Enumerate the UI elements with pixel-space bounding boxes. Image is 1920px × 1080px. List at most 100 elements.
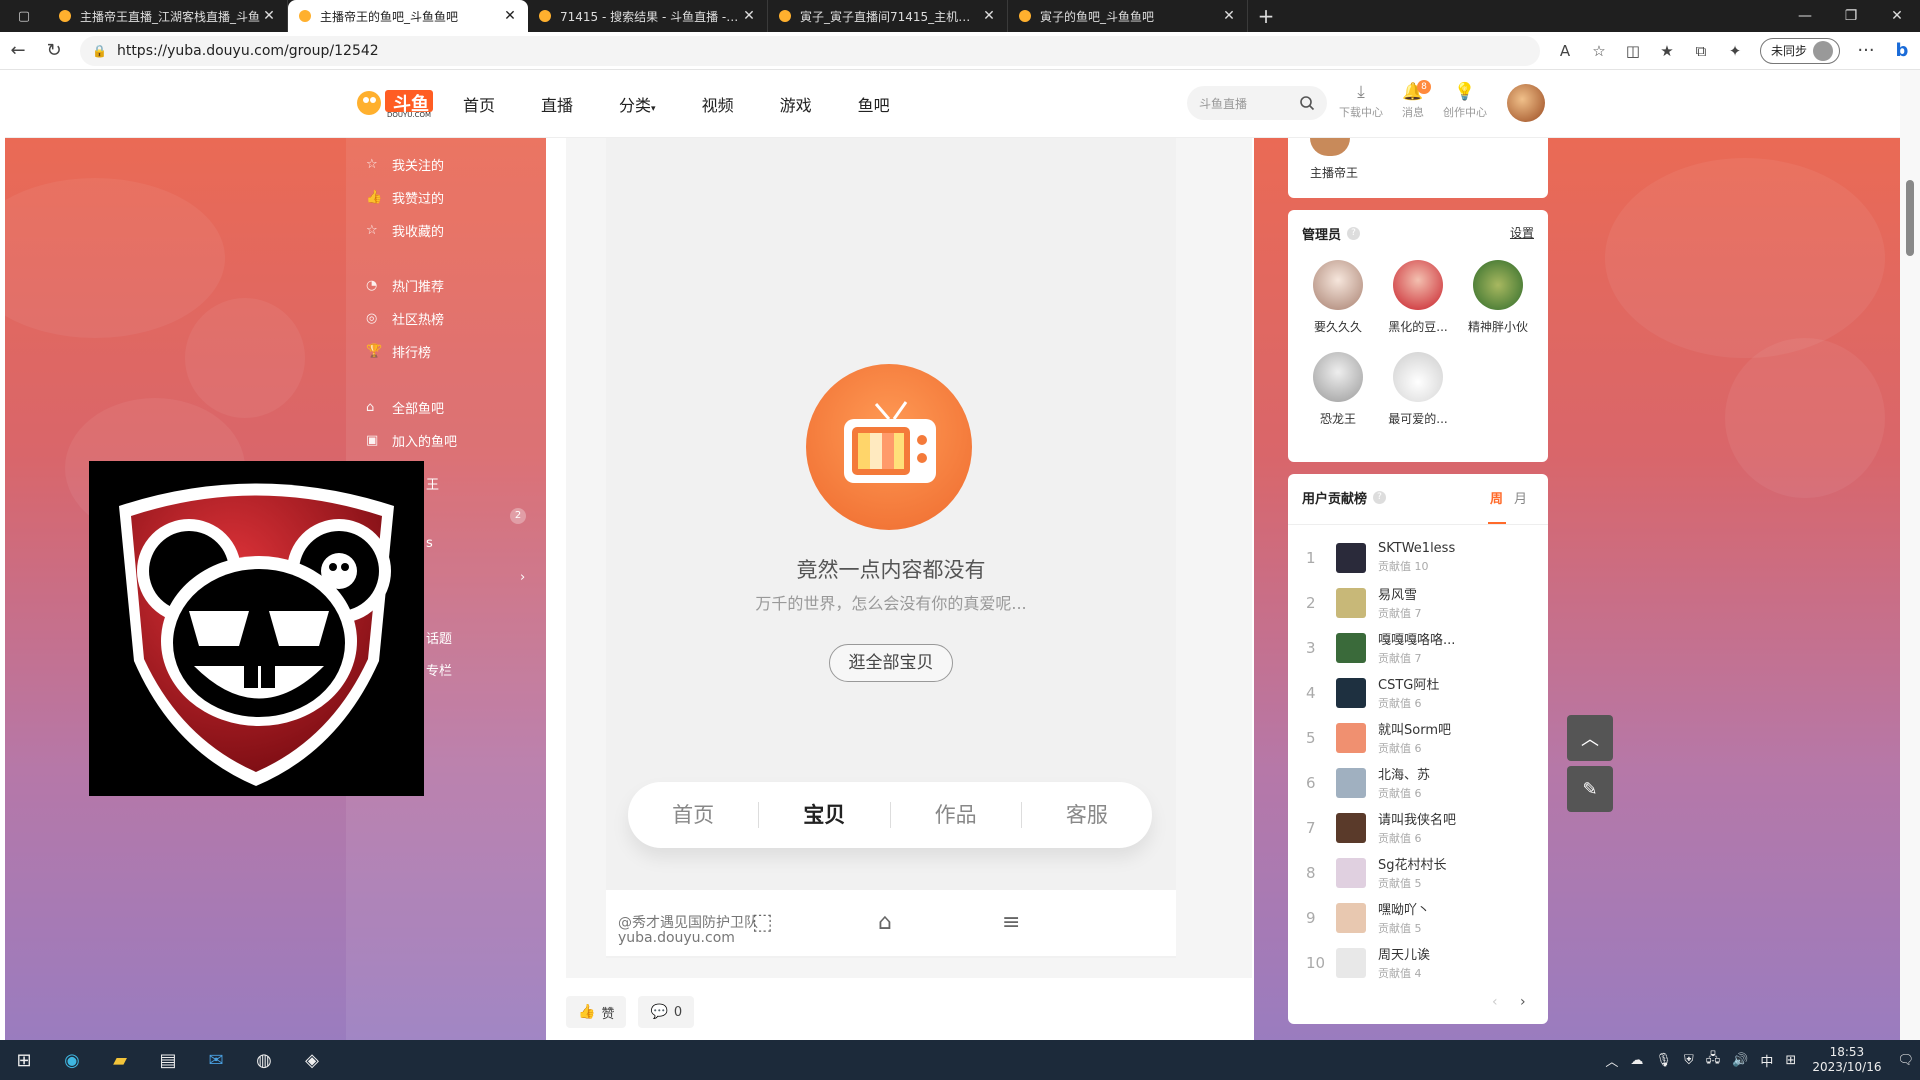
close-tab-icon[interactable]: ✕	[981, 8, 997, 24]
sidebar-item-following[interactable]: ☆ 我关注的	[366, 155, 444, 174]
browser-tab[interactable]: 寅子的鱼吧_斗鱼鱼吧 ✕	[1008, 0, 1248, 32]
browser-tab[interactable]: 寅子_寅子直播间71415_主机游戏 ✕	[768, 0, 1008, 32]
refresh-icon[interactable]: ↻	[36, 35, 72, 67]
browser-tab[interactable]: 主播帝王直播_江湖客栈直播_斗鱼 ✕	[48, 0, 288, 32]
rank-row[interactable]: 8 Sg花村村长 贡献值 5	[1306, 850, 1536, 895]
admin-item[interactable]: 要久久久	[1298, 260, 1378, 352]
admin-item[interactable]: 黑化的豆...	[1378, 260, 1458, 352]
back-icon[interactable]: ←	[0, 35, 36, 67]
back-to-top-button[interactable]: ︿	[1567, 715, 1613, 761]
creator-center-button[interactable]: 💡 创作中心	[1439, 82, 1491, 120]
like-button[interactable]: 👍 赞	[566, 996, 627, 1028]
sidebar-item-community-hot[interactable]: ◎ 社区热榜	[366, 309, 444, 328]
volume-icon[interactable]: 🔊	[1732, 1053, 1748, 1068]
notifications-icon[interactable]: 🗨	[1897, 1053, 1914, 1068]
nav-home[interactable]: 首页	[463, 92, 495, 116]
sidebar-item-liked[interactable]: 👍 我赞过的	[366, 188, 444, 207]
split-screen-icon[interactable]: ◫	[1616, 36, 1650, 66]
admin-item[interactable]: 恐龙王	[1298, 352, 1378, 444]
ime-indicator[interactable]: 中	[1760, 1051, 1773, 1070]
rank-row[interactable]: 4 CSTG阿杜 贡献值 6	[1306, 670, 1536, 715]
sidebar-item-ranking[interactable]: 🏆 排行榜	[366, 342, 431, 361]
new-tab-button[interactable]: +	[1248, 0, 1284, 32]
help-icon[interactable]: ?	[1347, 227, 1361, 240]
bing-icon[interactable]: b	[1884, 35, 1920, 67]
close-tab-icon[interactable]: ✕	[741, 8, 757, 24]
search-icon[interactable]	[1299, 95, 1315, 111]
security-icon[interactable]: ⛨	[1684, 1053, 1694, 1068]
admins-settings-link[interactable]: 设置	[1510, 224, 1534, 241]
extensions-icon[interactable]: ✦	[1718, 36, 1752, 66]
read-aloud-icon[interactable]: A	[1548, 36, 1582, 66]
rank-row[interactable]: 7 请叫我侠名吧 贡献值 6	[1306, 805, 1536, 850]
sidebar-item-collected[interactable]: ☆ 我收藏的	[366, 221, 444, 240]
sidebar-item-partial[interactable]: 专栏	[426, 660, 452, 679]
page-scrollbar-thumb[interactable]	[1906, 180, 1914, 256]
file-explorer-icon[interactable]: ▰	[96, 1040, 144, 1080]
browser-tab-active[interactable]: 主播帝王的鱼吧_斗鱼鱼吧 ✕	[288, 0, 528, 32]
phone-tab-works[interactable]: 作品	[891, 802, 1022, 828]
nav-games[interactable]: 游戏	[780, 92, 812, 116]
mic-icon[interactable]: 🎙	[1655, 1053, 1672, 1068]
nav-video[interactable]: 视频	[702, 92, 734, 116]
steam-icon[interactable]: ◍	[240, 1040, 288, 1080]
rank-prev-icon[interactable]: ‹	[1492, 994, 1498, 1010]
workspaces-icon[interactable]: ▢	[0, 0, 48, 32]
sidebar-item-hot[interactable]: ◔ 热门推荐	[366, 276, 444, 295]
browse-all-button[interactable]: 逛全部宝贝	[829, 644, 953, 682]
app-icon[interactable]: ◈	[288, 1040, 336, 1080]
owner-avatar[interactable]	[1310, 138, 1350, 156]
comment-button[interactable]: 💬 0	[638, 996, 695, 1028]
sidebar-item-partial[interactable]: 话题	[426, 628, 452, 647]
favorites-icon[interactable]: ★	[1650, 36, 1684, 66]
admin-item[interactable]: 最可爱的...	[1378, 352, 1458, 444]
clock[interactable]: 18:53 2023/10/16	[1812, 1045, 1881, 1075]
messages-button[interactable]: 🔔 8 消息	[1387, 80, 1439, 120]
rank-row[interactable]: 10 周天儿诶 贡献值 4	[1306, 940, 1536, 985]
download-center-button[interactable]: ⤓ 下载中心	[1335, 82, 1387, 120]
nav-yuba[interactable]: 鱼吧	[858, 92, 890, 116]
url-field[interactable]: 🔒 https://yuba.douyu.com/group/12542	[80, 35, 1540, 66]
rank-tab-month[interactable]: 月	[1514, 488, 1527, 507]
close-tab-icon[interactable]: ✕	[502, 8, 518, 24]
search-input[interactable]: 斗鱼直播	[1187, 86, 1327, 120]
tray-expand-icon[interactable]: ︿	[1605, 1051, 1618, 1070]
nav-category[interactable]: 分类▾	[619, 92, 656, 116]
rank-row[interactable]: 2 易风雪 贡献值 7	[1306, 580, 1536, 625]
lock-icon[interactable]: 🔒	[92, 44, 107, 58]
nav-live[interactable]: 直播	[541, 92, 573, 116]
close-tab-icon[interactable]: ✕	[261, 8, 277, 24]
rank-row[interactable]: 9 嘿呦吖丶 贡献值 5	[1306, 895, 1536, 940]
rank-row[interactable]: 5 就叫Sorm吧 贡献值 6	[1306, 715, 1536, 760]
rank-row[interactable]: 3 嘎嘎嘎咯咯... 贡献值 7	[1306, 625, 1536, 670]
rank-row[interactable]: 6 北海、苏 贡献值 6	[1306, 760, 1536, 805]
chevron-right-icon[interactable]: ›	[520, 570, 525, 585]
owner-name[interactable]: 主播帝王	[1310, 164, 1358, 181]
favorite-star-icon[interactable]: ☆	[1582, 36, 1616, 66]
browser-tab[interactable]: 71415 - 搜索结果 - 斗鱼直播 - 游 ✕	[528, 0, 768, 32]
sync-button[interactable]: 未同步	[1759, 37, 1840, 64]
admin-item[interactable]: 精神胖小伙	[1458, 260, 1538, 352]
restore-icon[interactable]: ❐	[1828, 0, 1874, 32]
sidebar-item-partial[interactable]: s	[426, 536, 433, 551]
sidebar-item-all-yuba[interactable]: ⌂ 全部鱼吧	[366, 398, 444, 417]
collections-icon[interactable]: ⧉	[1684, 36, 1718, 66]
store-icon[interactable]: ▤	[144, 1040, 192, 1080]
more-icon[interactable]: ···	[1848, 35, 1884, 67]
mail-icon[interactable]: ✉	[192, 1040, 240, 1080]
minimize-icon[interactable]: —	[1782, 0, 1828, 32]
write-post-button[interactable]: ✎	[1567, 766, 1613, 812]
close-tab-icon[interactable]: ✕	[1221, 8, 1237, 24]
sidebar-item-joined[interactable]: ▣ 加入的鱼吧	[366, 431, 457, 450]
rank-tab-week[interactable]: 周	[1490, 488, 1503, 507]
cloud-icon[interactable]: ☁	[1630, 1053, 1643, 1068]
windows-start-icon[interactable]: ⊞	[0, 1040, 48, 1080]
douyu-logo[interactable]: 斗鱼 DOUYU.COM	[355, 86, 437, 120]
rank-next-icon[interactable]: ›	[1520, 994, 1526, 1010]
phone-tab-home[interactable]: 首页	[628, 802, 760, 828]
close-window-icon[interactable]: ✕	[1874, 0, 1920, 32]
phone-tab-service[interactable]: 客服	[1022, 802, 1152, 828]
sidebar-item-partial[interactable]: 王	[426, 474, 439, 493]
phone-tab-items[interactable]: 宝贝	[759, 802, 891, 828]
ime-grid-icon[interactable]: ⊞	[1785, 1053, 1796, 1068]
